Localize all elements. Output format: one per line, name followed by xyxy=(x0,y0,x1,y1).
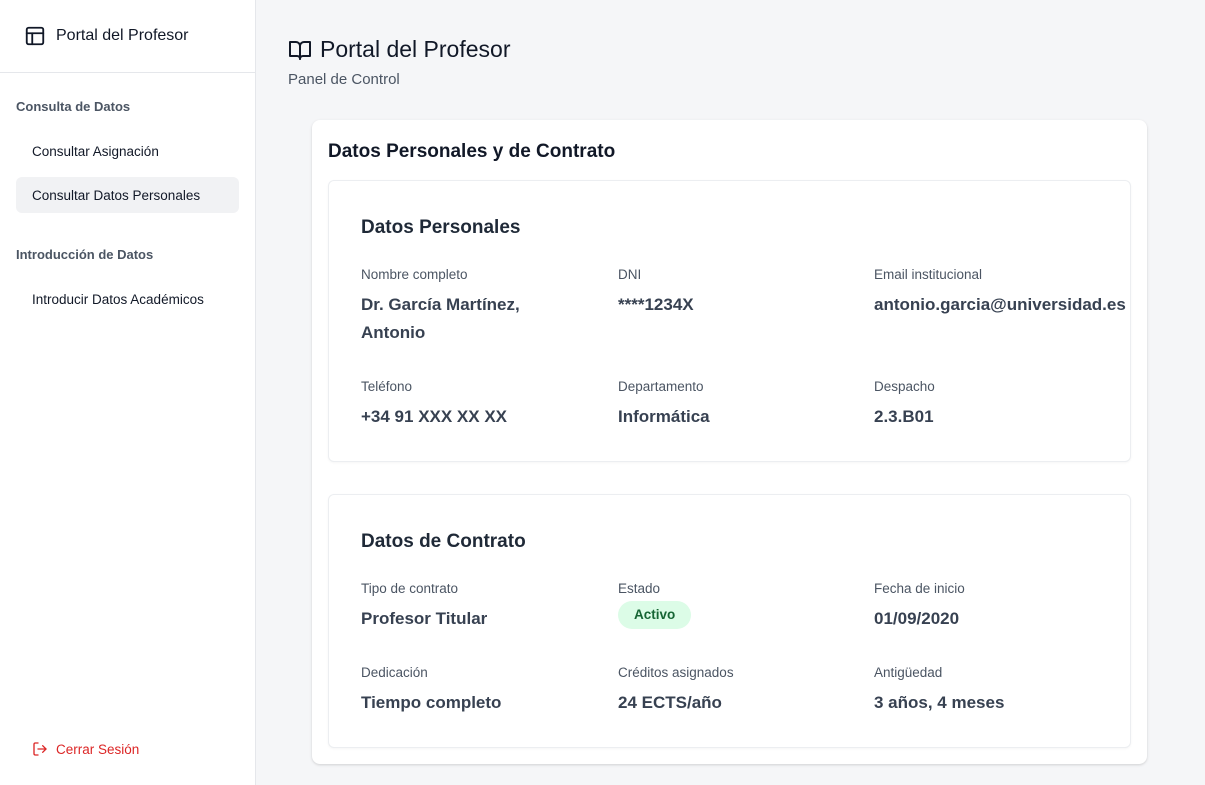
contract-data-card: Datos de Contrato Tipo de contrato Profe… xyxy=(328,494,1131,748)
field-label: Teléfono xyxy=(361,379,413,394)
field-label: Tipo de contrato xyxy=(361,581,459,596)
field-nombre: Nombre completo Dr. García Martínez, Ant… xyxy=(361,267,581,347)
book-open-icon xyxy=(288,38,312,62)
field-tipo-contrato: Tipo de contrato Profesor Titular xyxy=(361,581,581,633)
field-value: 3 años, 4 meses xyxy=(874,693,1005,712)
field-label: Dedicación xyxy=(361,665,428,680)
field-value: ****1234X xyxy=(618,295,694,314)
field-label: Despacho xyxy=(874,379,935,394)
field-dni: DNI ****1234X xyxy=(618,267,838,319)
field-value: Profesor Titular xyxy=(361,609,488,628)
field-value: 2.3.B01 xyxy=(874,407,934,426)
sidebar-item-label: Consultar Asignación xyxy=(32,143,159,159)
status-badge: Activo xyxy=(618,601,692,629)
card-title: Datos Personales y de Contrato xyxy=(328,141,616,162)
datos-card: Datos Personales y de Contrato Datos Per… xyxy=(312,120,1147,764)
logout-button[interactable]: Cerrar Sesión xyxy=(32,741,139,757)
section-label-consulta: Consulta de Datos xyxy=(16,99,131,114)
field-estado: Estado Activo xyxy=(618,581,838,629)
field-value: +34 91 XXX XX XX xyxy=(361,407,508,426)
sidebar-item-label: Consultar Datos Personales xyxy=(32,187,201,203)
page-subtitle: Panel de Control xyxy=(288,71,400,88)
field-creditos: Créditos asignados 24 ECTS/año xyxy=(618,665,838,717)
sidebar-item-label: Introducir Datos Académicos xyxy=(32,291,204,307)
logout-label: Cerrar Sesión xyxy=(56,741,140,757)
field-value: Informática xyxy=(618,407,710,426)
field-label: DNI xyxy=(618,267,642,282)
layout-icon xyxy=(24,25,46,47)
field-telefono: Teléfono +34 91 XXX XX XX xyxy=(361,379,581,431)
field-label: Créditos asignados xyxy=(618,665,734,680)
field-value: antonio.garcia@universidad.es xyxy=(874,295,1126,314)
field-value: 01/09/2020 xyxy=(874,609,960,628)
field-despacho: Despacho 2.3.B01 xyxy=(874,379,1134,431)
field-email: Email institucional antonio.garcia@unive… xyxy=(874,267,1134,319)
field-fecha-inicio: Fecha de inicio 01/09/2020 xyxy=(874,581,1134,633)
field-label: Email institucional xyxy=(874,267,983,282)
sidebar-brand: Portal del Profesor xyxy=(0,0,255,73)
brand-title: Portal del Profesor xyxy=(56,27,189,44)
field-departamento: Departamento Informática xyxy=(618,379,838,431)
field-value: Tiempo completo xyxy=(361,693,502,712)
field-label: Antigüedad xyxy=(874,665,943,680)
page-title: Portal del Profesor xyxy=(320,36,511,62)
personal-data-title: Datos Personales xyxy=(361,217,521,238)
field-label: Departamento xyxy=(618,379,704,394)
main-content: Portal del Profesor Panel de Control Dat… xyxy=(256,0,1205,785)
field-label: Nombre completo xyxy=(361,267,468,282)
field-dedicacion: Dedicación Tiempo completo xyxy=(361,665,581,717)
field-label: Estado xyxy=(618,581,661,596)
sidebar-item-introducir-datos-academicos[interactable]: Introducir Datos Académicos xyxy=(16,281,239,317)
sidebar-item-consultar-datos-personales[interactable]: Consultar Datos Personales xyxy=(16,177,239,213)
field-value: 24 ECTS/año xyxy=(618,693,722,712)
section-label-introduccion: Introducción de Datos xyxy=(16,247,154,262)
page-header: Portal del Profesor Panel de Control xyxy=(288,36,510,88)
personal-data-card: Datos Personales Nombre completo Dr. Gar… xyxy=(328,180,1131,462)
field-value: Dr. García Martínez, Antonio xyxy=(361,295,520,342)
app-root: Portal del Profesor Consulta de Datos Co… xyxy=(0,0,1205,785)
sidebar: Portal del Profesor Consulta de Datos Co… xyxy=(0,0,256,785)
page-title-row: Portal del Profesor xyxy=(288,36,510,63)
field-antiguedad: Antigüedad 3 años, 4 meses xyxy=(874,665,1134,717)
sidebar-item-consultar-asignacion[interactable]: Consultar Asignación xyxy=(16,133,239,169)
field-label: Fecha de inicio xyxy=(874,581,965,596)
logout-icon xyxy=(32,741,48,757)
contract-data-title: Datos de Contrato xyxy=(361,531,526,552)
